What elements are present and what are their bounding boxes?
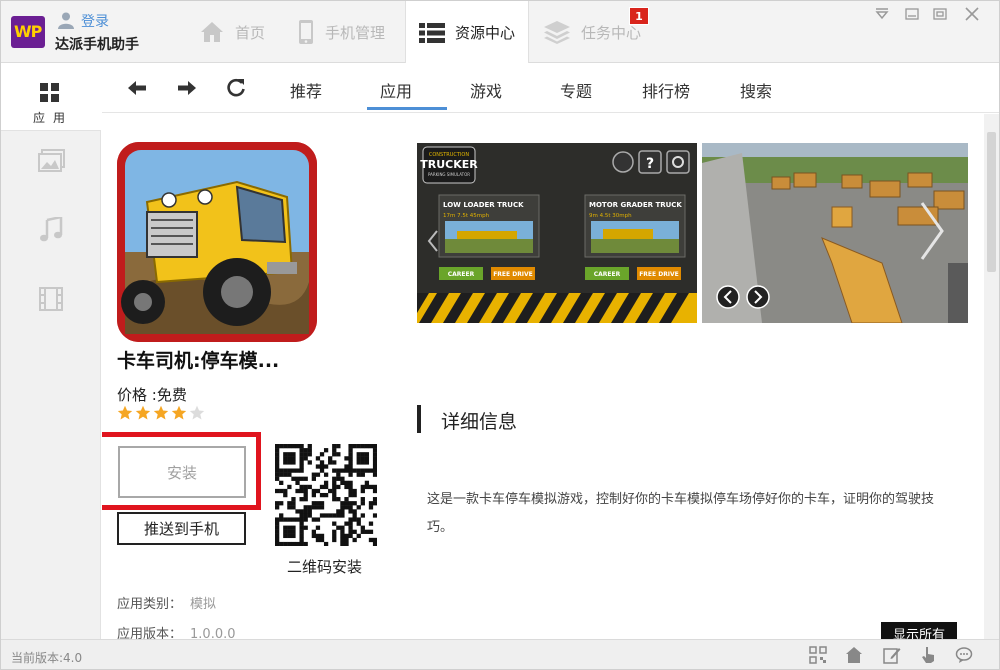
- app-logo: WP: [11, 16, 45, 48]
- install-button[interactable]: 安装: [118, 446, 246, 498]
- career-label-1: CAREER: [448, 271, 475, 278]
- list-icon: [418, 22, 445, 43]
- push-to-phone-button[interactable]: 推送到手机: [117, 512, 246, 545]
- phone-icon: [299, 20, 313, 44]
- user-icon[interactable]: [57, 11, 75, 29]
- app-name: 达派手机助手: [55, 37, 139, 53]
- star-filled-icon: [135, 405, 151, 420]
- qr-install-label: 二维码安装: [287, 558, 363, 576]
- resource-nav-bar: 推荐 应用 游戏 专题 排行榜 搜索: [102, 63, 999, 113]
- image-icon[interactable]: [38, 149, 66, 173]
- truck2-stats: 9m 4.5t 30mph: [589, 213, 632, 219]
- version-value: 1.0.0.0: [190, 627, 236, 639]
- show-all-button[interactable]: 显示所有: [881, 622, 957, 639]
- details-heading: 详细信息: [441, 411, 518, 433]
- tab-resources-label: 资源中心: [454, 24, 515, 42]
- app-icon-image[interactable]: [117, 142, 317, 342]
- sidebar-apps-label: 应用: [33, 111, 74, 125]
- back-arrow-icon[interactable]: [126, 77, 148, 99]
- tab-home-label: 首页: [235, 23, 266, 42]
- tab-apps[interactable]: 应用: [380, 78, 412, 102]
- tab-phone-label: 手机管理: [325, 23, 386, 42]
- dropdown-menu-icon[interactable]: [871, 6, 893, 22]
- login-link[interactable]: 登录: [81, 11, 109, 31]
- status-bar: 当前版本:4.0: [1, 639, 999, 669]
- sidebar-item-apps[interactable]: 应用: [1, 63, 101, 131]
- tab-task-center[interactable]: 任务中心: [543, 1, 641, 63]
- tab-topics[interactable]: 专题: [560, 78, 592, 102]
- truck1-name: LOW LOADER TRUCK: [443, 201, 524, 209]
- game-logo-sub: PARKING SIMULATOR: [428, 172, 470, 177]
- content-scrollbar[interactable]: [984, 114, 999, 639]
- tab-home[interactable]: 首页: [199, 1, 265, 63]
- star-empty-icon: [189, 405, 205, 420]
- game-logo-big: TRUCKER: [420, 158, 478, 171]
- active-tab-indicator: [367, 107, 447, 110]
- qr-code-image: [275, 444, 377, 546]
- app-price: 价格 :免费: [117, 386, 187, 404]
- edit-icon[interactable]: [883, 646, 901, 664]
- screenshot-1[interactable]: CONSTRUCTION TRUCKER PARKING SIMULATOR ?…: [417, 143, 697, 323]
- qr-scan-icon[interactable]: [809, 646, 827, 664]
- home-upload-icon[interactable]: [845, 646, 863, 664]
- free-drive-label-1: FREE DRIVE: [493, 271, 533, 278]
- minimize-icon[interactable]: [901, 6, 923, 22]
- tab-games[interactable]: 游戏: [470, 78, 502, 102]
- close-icon[interactable]: [961, 6, 983, 22]
- apps-grid-icon: [40, 83, 59, 102]
- category-value: 模拟: [190, 597, 217, 612]
- home-icon: [201, 22, 223, 42]
- tab-phone-management[interactable]: 手机管理: [297, 1, 385, 63]
- screenshot-2[interactable]: [702, 143, 968, 323]
- scrollbar-thumb[interactable]: [987, 132, 996, 272]
- star-filled-icon: [117, 405, 133, 420]
- video-icon[interactable]: [39, 287, 63, 311]
- star-filled-icon: [153, 405, 169, 420]
- current-version: 当前版本:4.0: [11, 651, 83, 665]
- maximize-icon[interactable]: [929, 6, 951, 22]
- star-filled-icon: [171, 405, 187, 420]
- version-label: 应用版本：: [117, 627, 183, 639]
- task-count-badge: 1: [629, 7, 649, 25]
- app-title: 卡车司机:停车模...: [117, 350, 280, 372]
- app-window: WP 登录 达派手机助手 首页 手机管理 资源中心 任务中心 1 应用 推荐 应…: [0, 0, 1000, 670]
- truck2-name: MOTOR GRADER TRUCK: [589, 201, 682, 209]
- truck1-stats: 17m 7.5t 45mph: [443, 213, 490, 219]
- tab-rankings[interactable]: 排行榜: [642, 78, 690, 102]
- career-label-2: CAREER: [594, 271, 621, 278]
- app-detail-content: 卡车司机:停车模... 价格 :免费 安装 推送到手机 二维码安装 应用类别： 模…: [102, 114, 982, 639]
- layers-icon: [544, 21, 570, 44]
- rating-stars: [117, 405, 205, 421]
- title-bar: WP 登录 达派手机助手 首页 手机管理 资源中心 任务中心 1: [1, 1, 999, 64]
- music-icon[interactable]: [39, 217, 63, 243]
- pointer-hand-icon[interactable]: [919, 646, 937, 664]
- refresh-icon[interactable]: [225, 77, 247, 99]
- app-category: 应用类别： 模拟: [117, 593, 216, 612]
- app-description: 这是一款卡车停车模拟游戏，控制好你的卡车模拟停车场停好你的卡车，证明你的驾驶技巧…: [427, 492, 935, 535]
- free-drive-label-2: FREE DRIVE: [639, 271, 679, 278]
- forward-arrow-icon[interactable]: [176, 77, 198, 99]
- chat-icon[interactable]: [955, 646, 973, 664]
- sidebar: 应用: [1, 63, 101, 639]
- app-version: 应用版本： 1.0.0.0: [117, 623, 236, 639]
- tab-resource-center[interactable]: 资源中心: [405, 1, 529, 64]
- svg-text:?: ?: [646, 156, 654, 172]
- category-label: 应用类别：: [117, 597, 183, 612]
- tab-search[interactable]: 搜索: [740, 78, 772, 102]
- section-marker: [417, 405, 421, 433]
- logo-text: WP: [14, 22, 42, 41]
- tab-recommend[interactable]: 推荐: [290, 78, 322, 102]
